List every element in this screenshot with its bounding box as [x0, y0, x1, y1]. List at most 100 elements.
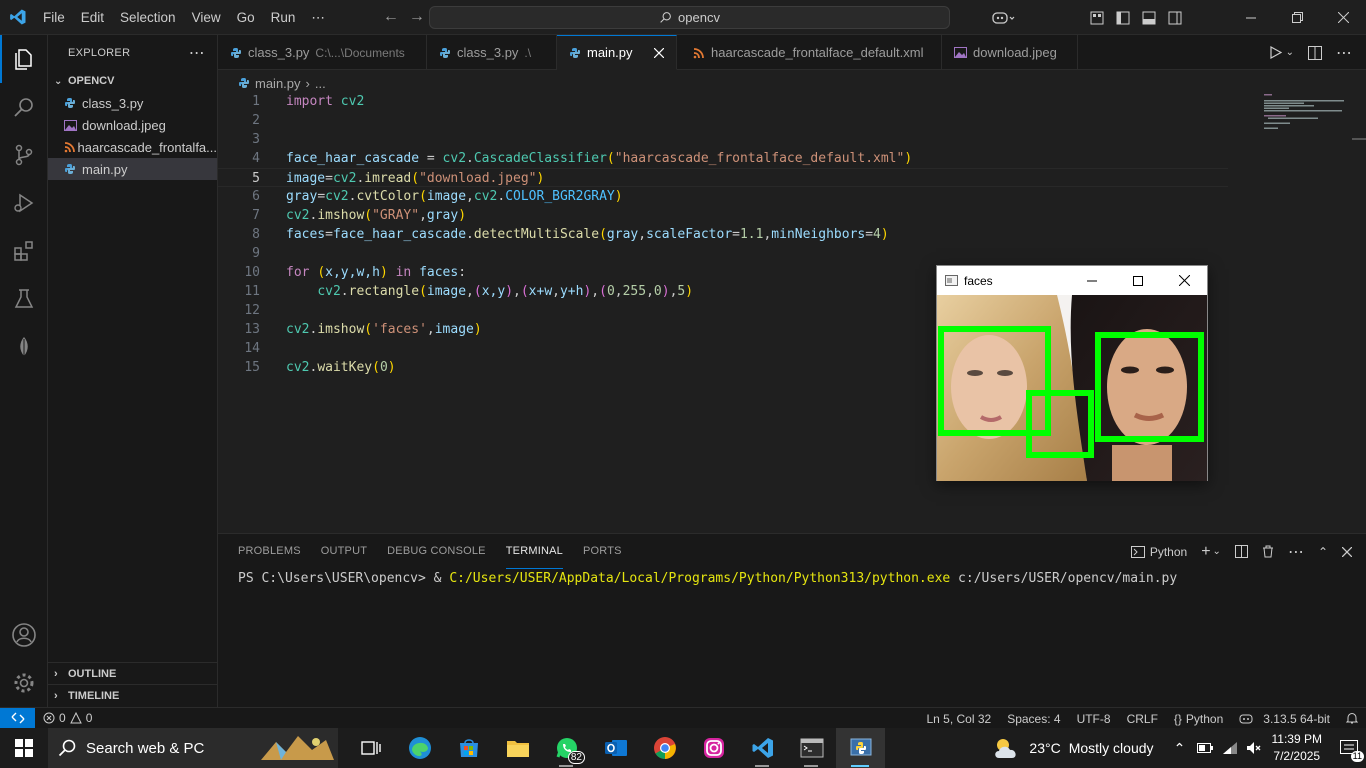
copilot-icon[interactable] — [984, 0, 1024, 35]
file-item-class3[interactable]: class_3.py — [48, 92, 217, 114]
notifications-bell-icon[interactable] — [1338, 712, 1366, 725]
timeline-section[interactable]: › TIMELINE — [48, 684, 218, 706]
menu-go[interactable]: Go — [229, 0, 263, 35]
panel-tab-problems[interactable]: PROBLEMS — [238, 534, 301, 569]
cursor-position[interactable]: Ln 5, Col 32 — [918, 712, 999, 726]
back-arrow-icon[interactable]: ← — [383, 8, 399, 26]
chevron-down-icon[interactable]: ⌄ — [1286, 47, 1294, 58]
outlook-icon[interactable] — [591, 728, 640, 768]
edge-browser-icon[interactable] — [395, 728, 444, 768]
vscode-taskbar-icon[interactable] — [738, 728, 787, 768]
eol-status[interactable]: CRLF — [1119, 712, 1166, 726]
panel-tab-output[interactable]: OUTPUT — [321, 534, 367, 569]
line-number: 9 — [252, 246, 260, 261]
terminal-taskbar-icon[interactable] — [787, 728, 836, 768]
menu-edit[interactable]: Edit — [73, 0, 112, 35]
terminal-icon — [1130, 545, 1145, 558]
file-item-haarcascade[interactable]: haarcascade_frontalfa... — [48, 136, 217, 158]
tab-class3-documents[interactable]: class_3.py C:\...\Documents — [218, 35, 427, 70]
mongodb-leaf-icon[interactable] — [0, 323, 48, 371]
tab-main-py[interactable]: main.py — [557, 35, 677, 70]
toggle-primary-sidebar-icon[interactable] — [1110, 0, 1136, 35]
toggle-panel-icon[interactable] — [1136, 0, 1162, 35]
panel-tab-ports[interactable]: PORTS — [583, 534, 622, 569]
faces-maximize-button[interactable] — [1115, 266, 1161, 295]
instagram-icon[interactable] — [689, 728, 738, 768]
terminal-output[interactable]: PS C:\Users\USER\opencv> & C:/Users/USER… — [238, 571, 1177, 586]
tab-haarcascade-xml[interactable]: haarcascade_frontalface_default.xml — [677, 35, 942, 70]
panel-more-icon[interactable]: ⋯ — [1288, 542, 1304, 562]
terminal-shell-selector[interactable]: Python — [1130, 545, 1187, 559]
code-line: 4 face_haar_cascade = cv2.CascadeClassifi… — [218, 149, 1228, 168]
faces-window[interactable]: faces — [936, 265, 1208, 481]
problems-status[interactable]: 0 0 — [35, 711, 92, 725]
encoding-status[interactable]: UTF-8 — [1069, 712, 1119, 726]
python-window-taskbar-icon[interactable] — [836, 728, 885, 768]
close-window-button[interactable] — [1320, 0, 1366, 35]
toggle-secondary-sidebar-icon[interactable] — [1162, 0, 1188, 35]
explorer-more-icon[interactable]: ⋯ — [189, 43, 205, 63]
taskbar-search-box[interactable]: Search web & PC — [48, 728, 338, 768]
maximize-panel-icon[interactable]: ⌃ — [1318, 545, 1328, 559]
menu-file[interactable]: File — [35, 0, 73, 35]
outline-section[interactable]: › OUTLINE — [48, 662, 218, 684]
wifi-icon[interactable] — [1218, 741, 1242, 755]
faces-close-button[interactable] — [1161, 266, 1207, 295]
taskbar-clock[interactable]: 11:39 PM 7/2/2025 — [1272, 731, 1322, 765]
panel-tab-debug-console[interactable]: DEBUG CONSOLE — [387, 534, 486, 569]
vertical-scrollbar[interactable] — [1352, 138, 1366, 140]
menu-run[interactable]: Run — [263, 0, 304, 35]
breadcrumb-file[interactable]: main.py — [255, 76, 301, 91]
folder-opencv[interactable]: ⌄ OPENCV — [48, 70, 217, 92]
tab-download-jpeg[interactable]: download.jpeg — [942, 35, 1078, 70]
line-number: 10 — [244, 265, 260, 280]
panel-tab-terminal[interactable]: TERMINAL — [505, 534, 563, 569]
tab-class3-local[interactable]: class_3.py .\ — [427, 35, 557, 70]
notification-center[interactable]: 11 — [1332, 728, 1366, 768]
menu-selection[interactable]: Selection — [112, 0, 184, 35]
tab-close-icon[interactable] — [654, 47, 664, 58]
chrome-icon[interactable] — [640, 728, 689, 768]
faces-minimize-button[interactable] — [1069, 266, 1115, 295]
breadcrumb-symbol[interactable]: ... — [315, 76, 326, 91]
accounts-icon[interactable] — [0, 611, 48, 659]
task-view-icon[interactable] — [346, 728, 395, 768]
search-activity-icon[interactable] — [0, 83, 48, 131]
menu-view[interactable]: View — [184, 0, 229, 35]
kill-terminal-icon[interactable] — [1262, 545, 1274, 558]
file-explorer-icon[interactable] — [493, 728, 542, 768]
python-interpreter[interactable]: 3.13.5 64-bit — [1231, 712, 1338, 726]
manage-gear-icon[interactable] — [0, 659, 48, 707]
run-debug-icon[interactable] — [0, 179, 48, 227]
file-item-main-py[interactable]: main.py — [48, 158, 217, 180]
new-terminal-icon[interactable]: + — [1201, 543, 1210, 561]
whatsapp-icon[interactable]: 82 — [542, 728, 591, 768]
microsoft-store-icon[interactable] — [444, 728, 493, 768]
extensions-icon[interactable] — [0, 227, 48, 275]
chevron-down-icon[interactable]: ⌄ — [1213, 546, 1221, 557]
testing-icon[interactable] — [0, 275, 48, 323]
minimize-button[interactable] — [1228, 0, 1274, 35]
minimap[interactable] — [1262, 92, 1352, 152]
restore-button[interactable] — [1274, 0, 1320, 35]
weather-widget[interactable]: 23°C Mostly cloudy — [993, 736, 1154, 760]
split-editor-icon[interactable] — [1308, 45, 1322, 60]
menu-more[interactable]: ⋯ — [303, 0, 333, 35]
language-mode[interactable]: {} Python — [1166, 712, 1231, 726]
more-actions-icon[interactable]: ⋯ — [1336, 43, 1352, 63]
run-python-file-icon[interactable] — [1270, 46, 1282, 59]
indentation-status[interactable]: Spaces: 4 — [999, 712, 1068, 726]
customize-layout-icon[interactable] — [1084, 0, 1110, 35]
forward-arrow-icon[interactable]: → — [409, 8, 425, 26]
show-hidden-icons-chevron-icon[interactable]: ⌃ — [1168, 740, 1192, 757]
source-control-icon[interactable] — [0, 131, 48, 179]
battery-icon[interactable] — [1192, 743, 1218, 753]
windows-start-icon[interactable] — [0, 728, 48, 768]
volume-muted-icon[interactable] — [1242, 741, 1266, 755]
split-terminal-icon[interactable] — [1234, 545, 1248, 558]
command-center-search[interactable]: opencv — [429, 6, 950, 29]
explorer-icon[interactable] — [0, 35, 48, 83]
remote-indicator-icon[interactable] — [0, 707, 35, 729]
close-panel-icon[interactable] — [1342, 546, 1352, 557]
file-item-download-jpeg[interactable]: download.jpeg — [48, 114, 217, 136]
